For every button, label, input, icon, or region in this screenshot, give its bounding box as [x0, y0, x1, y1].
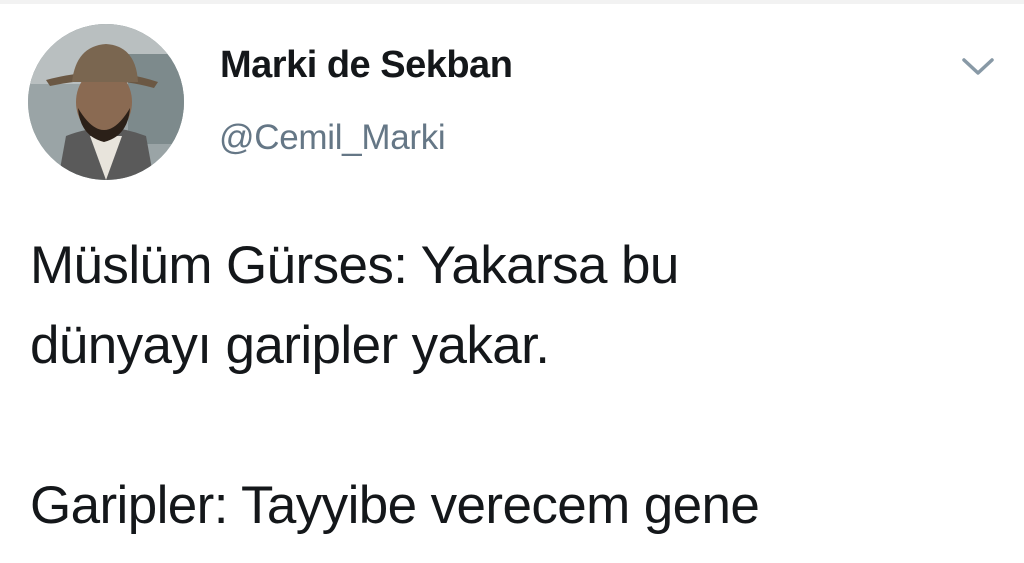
user-handle[interactable]: @Cemil_Marki: [219, 118, 446, 158]
top-divider: [0, 0, 1024, 4]
tweet-paragraph: Garipler: Tayyibe verecem gene: [30, 476, 760, 535]
tweet-paragraph: Müslüm Gürses: Yakarsa bu dünyayı garipl…: [30, 236, 679, 375]
avatar[interactable]: [28, 24, 184, 180]
chevron-down-icon: [962, 58, 994, 75]
display-name[interactable]: Marki de Sekban: [220, 44, 513, 87]
tweet-text: Müslüm Gürses: Yakarsa bu dünyayı garipl…: [30, 226, 990, 546]
tweet-card: Marki de Sekban @Cemil_Marki Müslüm Gürs…: [0, 0, 1024, 563]
tweet-menu-button[interactable]: [958, 52, 998, 82]
avatar-photo-icon: [28, 24, 184, 180]
